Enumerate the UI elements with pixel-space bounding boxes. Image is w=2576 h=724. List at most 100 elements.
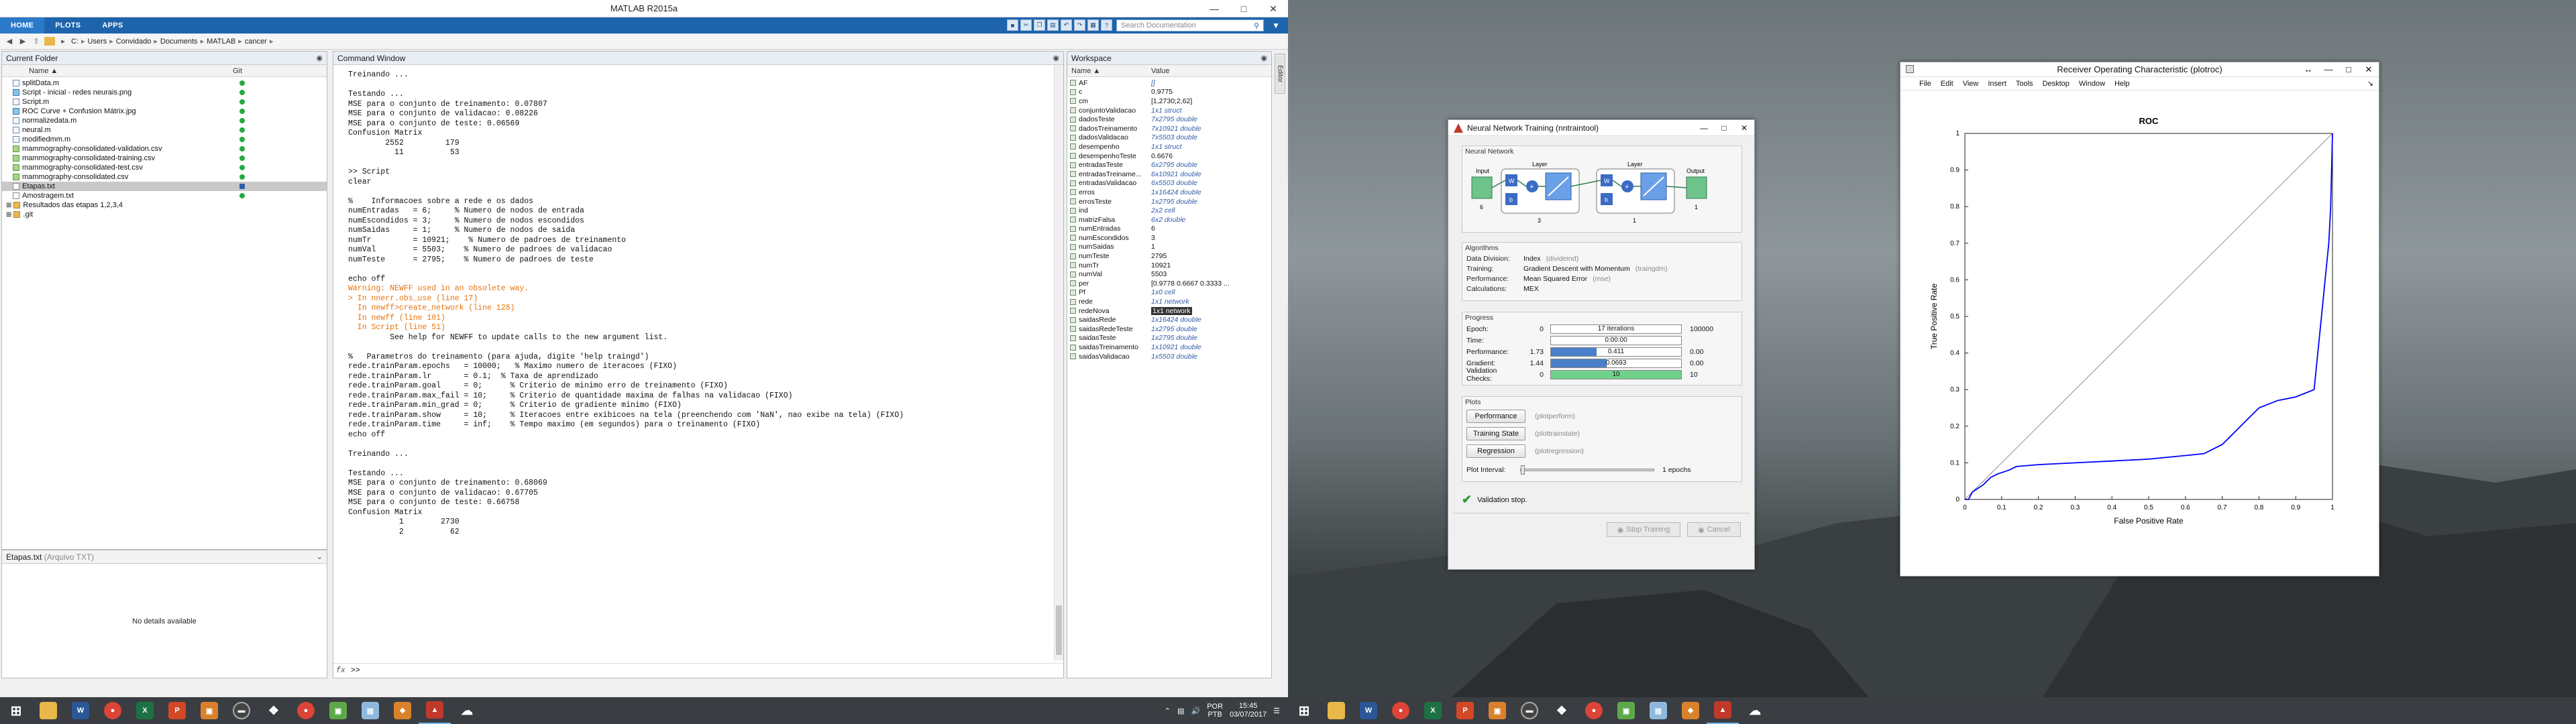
panel-close-icon[interactable]: ◉ [1260,54,1267,62]
powerpoint-icon[interactable]: P [161,697,193,724]
clock[interactable]: 15:45 03/07/2017 [1230,702,1267,719]
file-row[interactable]: Script.m [2,97,327,107]
workspace-variable-row[interactable]: numEntradas 6 [1067,225,1271,234]
start-button[interactable]: ⊞ [1288,697,1320,724]
breadcrumb-documents[interactable]: Documents [160,38,198,46]
undo-icon[interactable]: ↶ [1061,19,1072,31]
gallery-icon[interactable]: ▣ [1610,697,1642,724]
root-icon[interactable]: ▸ [58,36,68,47]
chrome-icon[interactable]: ● [1385,697,1417,724]
back-icon[interactable]: ◀ [4,36,15,47]
minimize-button[interactable]: — [2318,62,2339,77]
word-icon[interactable]: W [64,697,97,724]
menu-desktop[interactable]: Desktop [2043,80,2070,88]
maximize-button[interactable]: □ [1714,120,1734,136]
network-icon[interactable]: ▤ [1177,707,1184,715]
tab-plots[interactable]: PLOTS [44,17,91,34]
workspace-variable-row[interactable]: desempenho 1x1 struct [1067,142,1271,152]
media-icon[interactable]: ▬ [1513,697,1546,724]
forward-icon[interactable]: ▶ [17,36,28,47]
file-row[interactable]: Etapas.txt [2,182,327,191]
workspace-variable-row[interactable]: numVal 5503 [1067,269,1271,279]
menu-tools[interactable]: Tools [2016,80,2033,88]
plot-performance-button[interactable]: Performance [1466,410,1525,423]
workspace-variable-row[interactable]: desempenhoTeste 0.6676 [1067,152,1271,161]
matlab-taskbar-icon[interactable]: ▲ [1707,697,1739,724]
maximize-button[interactable]: □ [2339,62,2359,77]
file-row[interactable]: mammography-consolidated.csv [2,172,327,182]
column-git[interactable]: Git [233,67,242,75]
up-folder-icon[interactable]: ⇧ [31,36,42,47]
workspace-variable-row[interactable]: saidasValidacao 1x5503 double [1067,352,1271,361]
workspace-variable-row[interactable]: matrizFalsa 6x2 double [1067,215,1271,225]
close-button[interactable]: ✕ [2359,62,2379,77]
workspace-variable-row[interactable]: dadosTreinamento 7x10921 double [1067,124,1271,133]
panel-close-icon[interactable]: ◉ [1053,54,1059,62]
powerpoint-icon[interactable]: P [1449,697,1481,724]
switch-windows-icon[interactable]: ▦ [1087,19,1099,31]
filter-icon[interactable]: ▼ [1269,19,1283,32]
help-icon[interactable]: ? [1101,19,1112,31]
workspace-variable-row[interactable]: conjuntoValidacao 1x1 struct [1067,106,1271,115]
scrollbar-thumb[interactable] [1056,605,1062,655]
workspace-variable-row[interactable]: numTeste 2795 [1067,251,1271,261]
file-row[interactable]: ROC Curve + Confusion Mátrix.jpg [2,107,327,116]
workspace-variable-row[interactable]: entradasValidacao 6x5503 double [1067,179,1271,188]
language-indicator[interactable]: POR PTB [1207,703,1223,719]
file-row[interactable]: neural.m [2,125,327,135]
workspace-variable-row[interactable]: redeNova 1x1 network [1067,306,1271,316]
column-name[interactable]: Name ▲ [1067,67,1151,75]
minimize-button[interactable]: — [1199,0,1229,17]
copy-icon[interactable]: ❐ [1034,19,1045,31]
cancel-button[interactable]: ◉ Cancel [1687,522,1741,537]
workspace-variable-row[interactable]: dadosTeste 7x2795 double [1067,115,1271,124]
search-documentation-input[interactable]: Search Documentation ⚲ [1116,19,1264,32]
command-prompt-line[interactable]: fx >> [333,663,1063,678]
scrollbar[interactable] [1054,65,1063,660]
file-row[interactable]: ⊞ .git [2,210,327,219]
media-icon[interactable]: ▬ [225,697,258,724]
chrome2-icon[interactable]: ● [1578,697,1610,724]
workspace-variable-row[interactable]: saidasTeste 1x2795 double [1067,334,1271,343]
workspace-variable-row[interactable]: errosTeste 1x2795 double [1067,197,1271,206]
workspace-variable-row[interactable]: per [0.9778 0.6667 0.3333 ... [1067,279,1271,288]
column-value[interactable]: Value [1151,67,1169,75]
matlab-taskbar-icon[interactable]: ▲ [419,697,451,724]
menu-window[interactable]: Window [2079,80,2105,88]
close-button[interactable]: ✕ [1258,0,1288,17]
workspace-variable-row[interactable]: c 0.9775 [1067,88,1271,97]
workspace-variable-row[interactable]: cm [1,2730;2,62] [1067,97,1271,106]
weather-icon[interactable]: ☁ [451,697,483,724]
breadcrumb-c[interactable]: C: [71,38,78,46]
unity-icon[interactable]: ❖ [258,697,290,724]
minimize-button[interactable]: — [1694,120,1714,136]
file-row[interactable]: mammography-consolidated-validation.csv [2,144,327,154]
workspace-variable-row[interactable]: entradasTeste 6x2795 double [1067,160,1271,170]
redo-icon[interactable]: ↷ [1074,19,1085,31]
tray-up-icon[interactable]: ⌃ [1165,707,1171,715]
tab-home[interactable]: HOME [0,17,45,34]
chrome2-icon[interactable]: ● [290,697,322,724]
gallery-icon[interactable]: ▣ [322,697,354,724]
plot-interval-slider[interactable] [1520,465,1654,475]
workspace-variable-row[interactable]: saidasTreinamento 1x10921 double [1067,343,1271,352]
word-icon[interactable]: W [1352,697,1385,724]
plot-regression-button[interactable]: Regression [1466,444,1525,458]
file-row[interactable]: mammography-consolidated-training.csv [2,154,327,163]
app-icon[interactable]: ▣ [193,697,225,724]
chevron-down-icon[interactable]: ⌄ [317,552,323,561]
menu-edit[interactable]: Edit [1941,80,1953,88]
volume-icon[interactable]: 🔊 [1191,707,1201,715]
workspace-variable-row[interactable]: dadosValidacao 7x5503 double [1067,133,1271,143]
tab-apps[interactable]: APPS [91,17,133,34]
slider-thumb[interactable] [1521,465,1525,475]
file-explorer-icon[interactable] [1320,697,1352,724]
dock-arrow-icon[interactable]: ↘ [2367,79,2373,88]
maximize-button[interactable]: □ [1229,0,1258,17]
workspace-variable-row[interactable]: numSaidas 1 [1067,243,1271,252]
notepad-icon[interactable]: ▤ [1642,697,1674,724]
breadcrumb-cancer[interactable]: cancer [245,38,267,46]
workspace-variable-row[interactable]: saidasRede 1x16424 double [1067,315,1271,324]
paint-icon[interactable]: ❖ [1674,697,1707,724]
excel-icon[interactable]: X [1417,697,1449,724]
